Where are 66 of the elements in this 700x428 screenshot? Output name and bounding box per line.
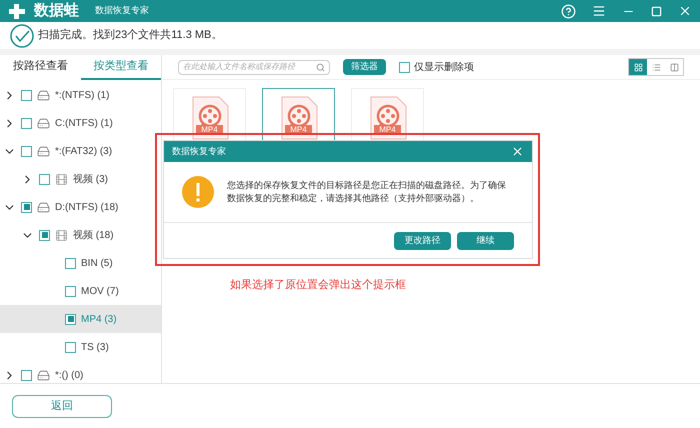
tree-label: C:(NTFS) (1): [55, 116, 113, 130]
close-icon[interactable]: [511, 145, 524, 158]
tree-label: 视频 (18): [73, 228, 114, 242]
tree-item[interactable]: 视频 (18): [0, 221, 161, 249]
tree-label: *:() (0): [55, 368, 84, 382]
filter-button[interactable]: 筛选器: [343, 59, 386, 75]
checkbox[interactable]: [21, 202, 32, 212]
checkbox[interactable]: [21, 90, 32, 100]
grid-view-icon: [634, 62, 642, 72]
tree-label: D:(NTFS) (18): [55, 200, 118, 214]
window-title: 数据恢复专家: [95, 4, 149, 18]
help-icon[interactable]: [561, 4, 576, 18]
menu-icon[interactable]: [592, 4, 606, 18]
checkbox[interactable]: [21, 370, 32, 380]
checkbox[interactable]: [21, 118, 32, 128]
tree-label: BIN (5): [81, 256, 113, 270]
search-icon[interactable]: [316, 62, 325, 72]
checkbox[interactable]: [65, 258, 76, 268]
tree-item[interactable]: MOV (7): [0, 277, 161, 305]
drive-icon: [37, 368, 50, 382]
checkbox[interactable]: [39, 174, 50, 184]
tree-item[interactable]: D:(NTFS) (18): [0, 193, 161, 221]
checkbox[interactable]: [65, 314, 76, 324]
grid-view-button[interactable]: [629, 59, 647, 75]
annotation-caption: 如果选择了原位置会弹出这个提示框: [230, 278, 406, 293]
view-tab[interactable]: 按类型查看: [80, 55, 161, 80]
tree-item[interactable]: C:(NTFS) (1): [0, 109, 161, 137]
logo-icon: [8, 3, 26, 19]
tree-label: MP4 (3): [81, 312, 117, 326]
tree-item[interactable]: *:() (0): [0, 361, 161, 389]
scan-status: 扫描完成。找到23个文件共11.3 MB。: [38, 28, 222, 44]
tree-label: TS (3): [81, 340, 109, 354]
tree-label: MOV (7): [81, 284, 119, 298]
tree-item[interactable]: 视频 (3): [0, 165, 161, 193]
tree-label: *:(FAT32) (3): [55, 144, 112, 158]
drive-icon: [37, 200, 50, 214]
maximize-icon[interactable]: [651, 6, 662, 16]
film-icon: [55, 172, 68, 186]
check-circle-icon: [10, 24, 34, 48]
tree-item[interactable]: BIN (5): [0, 249, 161, 277]
checkbox-label: 仅显示删除项: [414, 60, 474, 74]
checkbox[interactable]: [39, 230, 50, 240]
drive-icon: [37, 88, 50, 102]
drive-icon: [37, 116, 50, 130]
tree-item[interactable]: *:(FAT32) (3): [0, 137, 161, 165]
detail-view-icon: [670, 62, 678, 72]
checkbox[interactable]: [21, 146, 32, 156]
app-logo: 数据蛙: [34, 0, 79, 21]
search-field[interactable]: 在此处输入文件名称或保存路径: [178, 60, 330, 74]
dialog-button[interactable]: 更改路径: [394, 232, 451, 250]
checkbox[interactable]: [65, 286, 76, 296]
dialog-button[interactable]: 继续: [457, 232, 514, 250]
checkbox[interactable]: [65, 342, 76, 352]
dialog-message: 您选择的保存恢复文件的目标路径是您正在扫描的磁盘路径。为了确保数据恢复的完整和稳定，请选择其他路径（支持外部驱动器）。: [227, 179, 507, 205]
tree-label: 视频 (3): [73, 172, 108, 186]
tree-item[interactable]: TS (3): [0, 333, 161, 361]
warning-icon: [182, 176, 214, 208]
back-button[interactable]: 返回: [12, 394, 112, 418]
checkbox[interactable]: [399, 62, 410, 72]
tree-label: *:(NTFS) (1): [55, 88, 110, 102]
tree-item[interactable]: *:(NTFS) (1): [0, 81, 161, 109]
view-tab[interactable]: 按路径查看: [0, 55, 80, 80]
close-icon[interactable]: [678, 4, 692, 18]
drive-icon: [37, 144, 50, 158]
film-icon: [55, 228, 68, 242]
list-view-icon: [652, 62, 660, 72]
